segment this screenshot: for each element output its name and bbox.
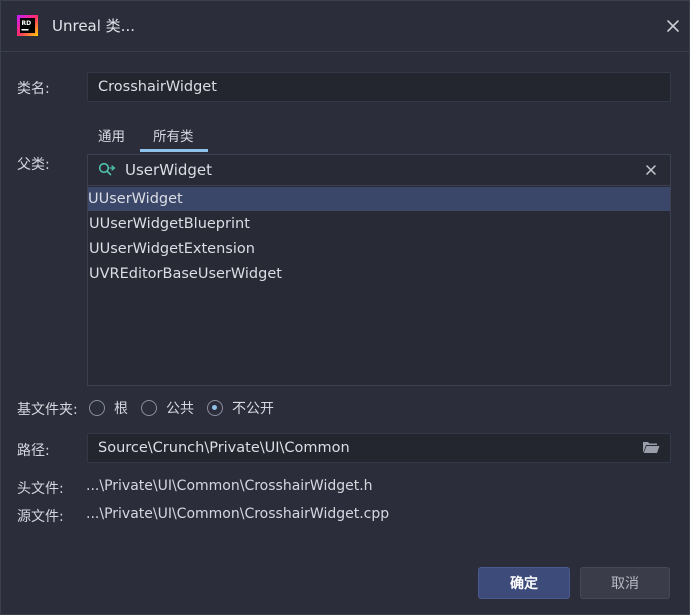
class-result-item[interactable]: UUserWidgetBlueprint bbox=[89, 212, 671, 236]
class-search-input[interactable]: UserWidget bbox=[88, 155, 670, 186]
clear-search-button[interactable] bbox=[643, 162, 659, 178]
parent-class-label: 父类: bbox=[17, 157, 50, 173]
header-file-label: 头文件: bbox=[17, 481, 64, 497]
search-icon bbox=[98, 162, 116, 176]
path-value: Source\Crunch\Private\UI\Common bbox=[98, 440, 350, 456]
ok-button[interactable]: 确定 bbox=[478, 567, 570, 599]
active-tab-indicator bbox=[140, 149, 208, 152]
close-button[interactable] bbox=[662, 15, 684, 37]
class-name-field[interactable]: CrosshairWidget bbox=[87, 72, 671, 102]
class-name-value: CrosshairWidget bbox=[98, 79, 217, 95]
radio-private[interactable]: 不公开 bbox=[207, 398, 274, 418]
radio-public[interactable]: 公共 bbox=[141, 398, 194, 418]
class-result-label: UUserWidget bbox=[88, 191, 183, 207]
class-result-item[interactable]: UVREditorBaseUserWidget bbox=[89, 262, 671, 286]
folder-icon[interactable] bbox=[642, 440, 660, 454]
title-bar: RD Unreal 类... bbox=[1, 1, 689, 52]
radio-public-label: 公共 bbox=[166, 401, 194, 417]
cancel-button[interactable]: 取消 bbox=[580, 567, 670, 599]
radio-private-label: 不公开 bbox=[232, 401, 274, 417]
class-name-label: 类名: bbox=[17, 81, 50, 97]
radio-root[interactable]: 根 bbox=[89, 398, 128, 418]
path-label: 路径: bbox=[17, 443, 50, 459]
svg-text:RD: RD bbox=[22, 20, 32, 27]
class-result-item[interactable]: UUserWidgetExtension bbox=[89, 237, 671, 261]
radio-root-label: 根 bbox=[114, 401, 128, 417]
header-file-value: ...\Private\UI\Common\CrosshairWidget.h bbox=[86, 478, 373, 494]
rider-logo-icon: RD bbox=[17, 15, 38, 36]
clear-icon bbox=[646, 165, 656, 175]
radio-button-checked bbox=[207, 400, 223, 416]
path-field[interactable]: Source\Crunch\Private\UI\Common bbox=[87, 433, 671, 463]
class-result-item[interactable]: UUserWidget bbox=[88, 187, 670, 211]
dialog-title: Unreal 类... bbox=[52, 17, 135, 35]
source-file-value: ...\Private\UI\Common\CrosshairWidget.cp… bbox=[86, 506, 390, 522]
tab-all-classes[interactable]: 所有类 bbox=[153, 125, 194, 145]
source-file-label: 源文件: bbox=[17, 509, 64, 525]
close-icon bbox=[667, 20, 679, 32]
unreal-class-dialog: RD Unreal 类... 类名: CrosshairWidget 通用 所有… bbox=[0, 0, 690, 615]
class-result-label: UUserWidgetBlueprint bbox=[89, 216, 250, 232]
search-value: UserWidget bbox=[125, 161, 213, 179]
parent-class-list: UserWidget UUserWidget UUserWidgetBluepr… bbox=[87, 154, 671, 386]
class-result-label: UUserWidgetExtension bbox=[89, 241, 255, 257]
radio-button bbox=[141, 400, 157, 416]
class-result-label: UVREditorBaseUserWidget bbox=[89, 266, 282, 282]
base-folder-label: 基文件夹: bbox=[17, 402, 78, 418]
tab-general[interactable]: 通用 bbox=[98, 125, 125, 145]
radio-button bbox=[89, 400, 105, 416]
